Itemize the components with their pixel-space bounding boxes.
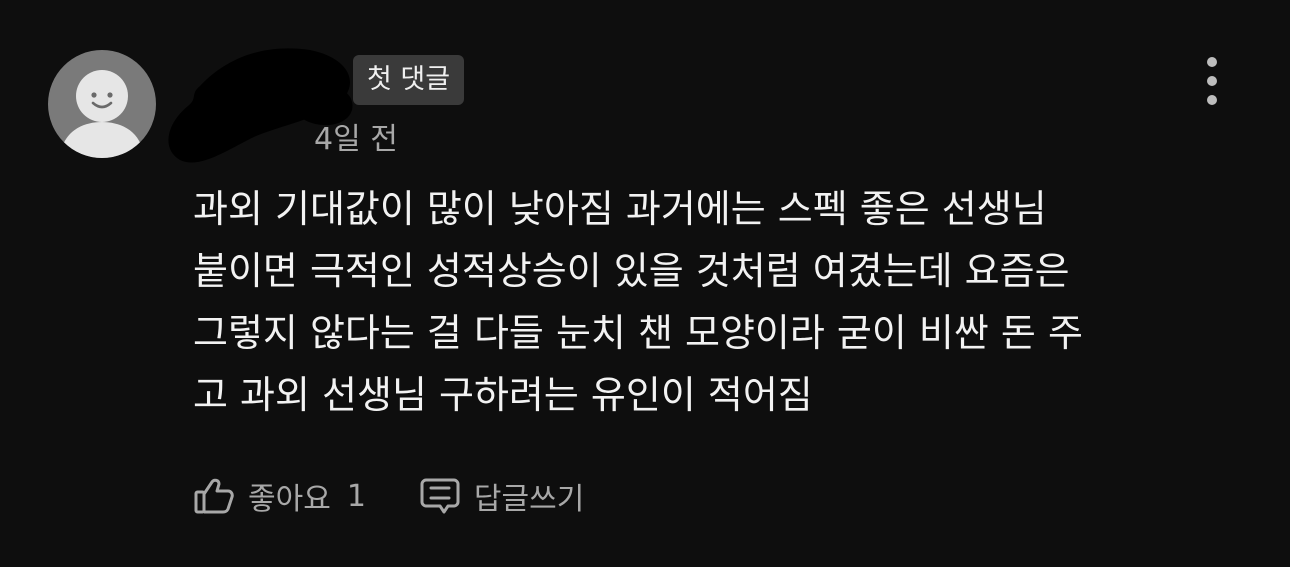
like-label: 좋아요	[248, 482, 331, 517]
comment-body-line: 고 과외 선생님 구하려는 유인이 적어짐	[193, 373, 813, 417]
thumbs-up-icon	[192, 474, 236, 518]
comment-body-line: 그렇지 않다는 걸 다들 눈치 챈 모양이라 굳이 비싼 돈 주	[193, 311, 1083, 355]
comment-timestamp: 4일 전	[314, 122, 398, 157]
more-options-button[interactable]	[1190, 52, 1234, 110]
comment-body-line: 붙이면 극적인 성적상승이 있을 것처럼 여겼는데 요즘은	[193, 249, 1070, 293]
more-vertical-icon	[1207, 57, 1217, 67]
avatar[interactable]	[48, 50, 156, 158]
comment-card: 첫 댓글 4일 전 과외 기대값이 많이 낮아짐 과거에는 스펙 좋은 선생님 …	[0, 0, 1290, 567]
reply-bubble-icon	[418, 474, 462, 518]
first-comment-badge: 첫 댓글	[353, 55, 465, 105]
like-count: 1	[346, 478, 366, 514]
comment-body: 과외 기대값이 많이 낮아짐 과거에는 스펙 좋은 선생님 붙이면 극적인 성적…	[193, 178, 1253, 426]
like-button[interactable]: 좋아요 1	[192, 474, 366, 518]
smiley-avatar-icon	[60, 70, 144, 158]
comment-actions: 좋아요 1 답글쓰기	[192, 470, 584, 522]
comment-body-line: 과외 기대값이 많이 낮아짐 과거에는 스펙 좋은 선생님	[193, 187, 1047, 231]
reply-label: 답글쓰기	[473, 482, 585, 517]
reply-button[interactable]: 답글쓰기	[418, 474, 584, 518]
